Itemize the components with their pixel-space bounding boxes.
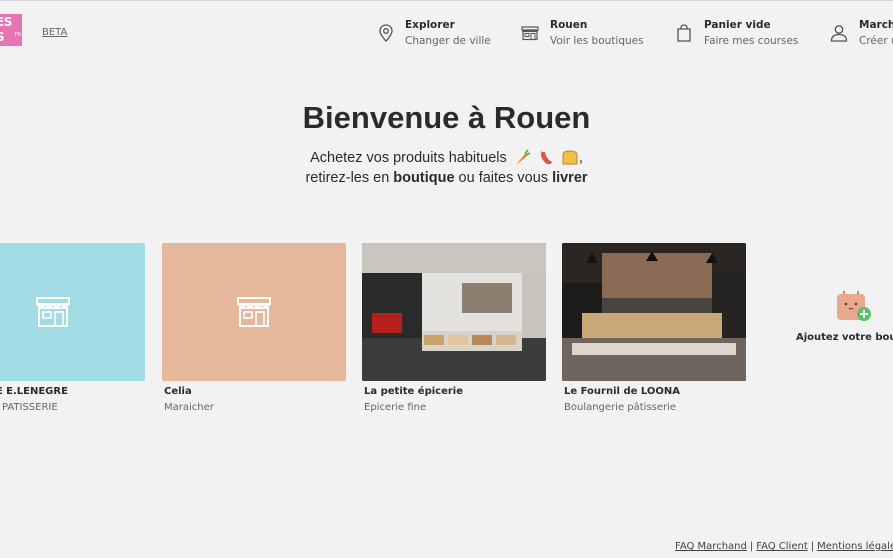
shop-photo-epicerie[interactable] bbox=[362, 243, 546, 381]
logo[interactable]: ES S FR bbox=[0, 14, 22, 46]
hero-subtitle: Achetez vos produits habituels , retirez… bbox=[0, 148, 893, 188]
footer-separator: | bbox=[749, 541, 754, 552]
bread-icon bbox=[562, 150, 578, 165]
nav-cart-title: Panier vide bbox=[704, 19, 771, 31]
storefront-icon bbox=[521, 26, 539, 41]
footer-separator: | bbox=[810, 541, 815, 552]
shop-photo-illustration bbox=[362, 243, 546, 381]
hero-line-2-b: boutique bbox=[393, 170, 455, 186]
location-pin-icon bbox=[379, 24, 393, 42]
faq-merchant-link[interactable]: FAQ Marchand bbox=[675, 541, 747, 552]
top-border bbox=[0, 0, 893, 1]
shop-card-1[interactable]: NGERIE E.LENEGRE NGERIE PATISSERIE bbox=[0, 243, 145, 413]
page-title: Bienvenue à Rouen bbox=[302, 100, 591, 135]
shop-card-3[interactable]: La petite épicerie Epicerie fine bbox=[362, 243, 546, 413]
shop-card-2[interactable]: Celia Maraicher bbox=[162, 243, 346, 413]
nav-explorer-title: Explorer bbox=[405, 19, 455, 31]
store-icon bbox=[237, 297, 271, 327]
shop-category: Boulangerie pâtisserie bbox=[564, 402, 677, 413]
user-icon bbox=[830, 25, 848, 42]
faq-client-link[interactable]: FAQ Client bbox=[756, 541, 808, 552]
nav-city-title: Rouen bbox=[550, 19, 588, 31]
shop-card-image[interactable] bbox=[162, 243, 346, 381]
shop-name[interactable]: Celia bbox=[164, 386, 192, 397]
shop-category: Epicerie fine bbox=[364, 402, 427, 413]
shop-photo-fournil[interactable] bbox=[562, 243, 746, 381]
logo-text-2: S bbox=[0, 30, 5, 44]
shop-category: NGERIE PATISSERIE bbox=[0, 402, 58, 413]
carrot-icon bbox=[515, 149, 531, 166]
hero-line-2-d: livrer bbox=[552, 170, 588, 186]
nav-cart-subtitle: Faire mes courses bbox=[704, 35, 799, 47]
shop-category: Maraicher bbox=[164, 402, 214, 413]
shop-name[interactable]: NGERIE E.LENEGRE bbox=[0, 386, 68, 397]
hero-line-2: retirez-les en boutique ou faites vous l… bbox=[0, 168, 893, 188]
store-icon bbox=[36, 297, 70, 327]
beta-link[interactable]: BETA bbox=[42, 27, 67, 38]
shop-name[interactable]: Le Fournil de LOONA bbox=[564, 386, 680, 397]
hero-comma: , bbox=[578, 150, 583, 166]
shop-card-image[interactable] bbox=[0, 243, 145, 381]
nav-city-subtitle: Voir les boutiques bbox=[550, 35, 644, 47]
shopping-bag-icon bbox=[677, 24, 691, 42]
hero-line-2-c: ou faites vous bbox=[458, 170, 549, 186]
footer-links: FAQ Marchand | FAQ Client | Mentions légale bbox=[675, 541, 893, 552]
shop-photo-illustration bbox=[562, 243, 746, 381]
shop-card-4[interactable]: Le Fournil de LOONA Boulangerie pâtisser… bbox=[562, 243, 746, 413]
hero-line-1-text: Achetez vos produits habituels bbox=[310, 150, 507, 166]
bag-plus-icon bbox=[837, 291, 871, 321]
logo-text-1: ES bbox=[0, 15, 12, 29]
shop-name[interactable]: La petite épicerie bbox=[364, 386, 463, 397]
nav-merchant-title: Marcha bbox=[859, 19, 893, 31]
nav-merchant-subtitle: Créer u bbox=[859, 35, 893, 47]
legal-mentions-link[interactable]: Mentions légale bbox=[817, 541, 893, 552]
logo-fr: FR bbox=[14, 32, 21, 38]
sausage-icon bbox=[539, 150, 552, 165]
nav-explorer-subtitle: Changer de ville bbox=[405, 35, 491, 47]
hero-line-2-a: retirez-les en bbox=[305, 170, 390, 186]
add-shop-label[interactable]: Ajoutez votre bouti bbox=[796, 332, 893, 343]
hero-line-1: Achetez vos produits habituels , bbox=[0, 148, 893, 168]
